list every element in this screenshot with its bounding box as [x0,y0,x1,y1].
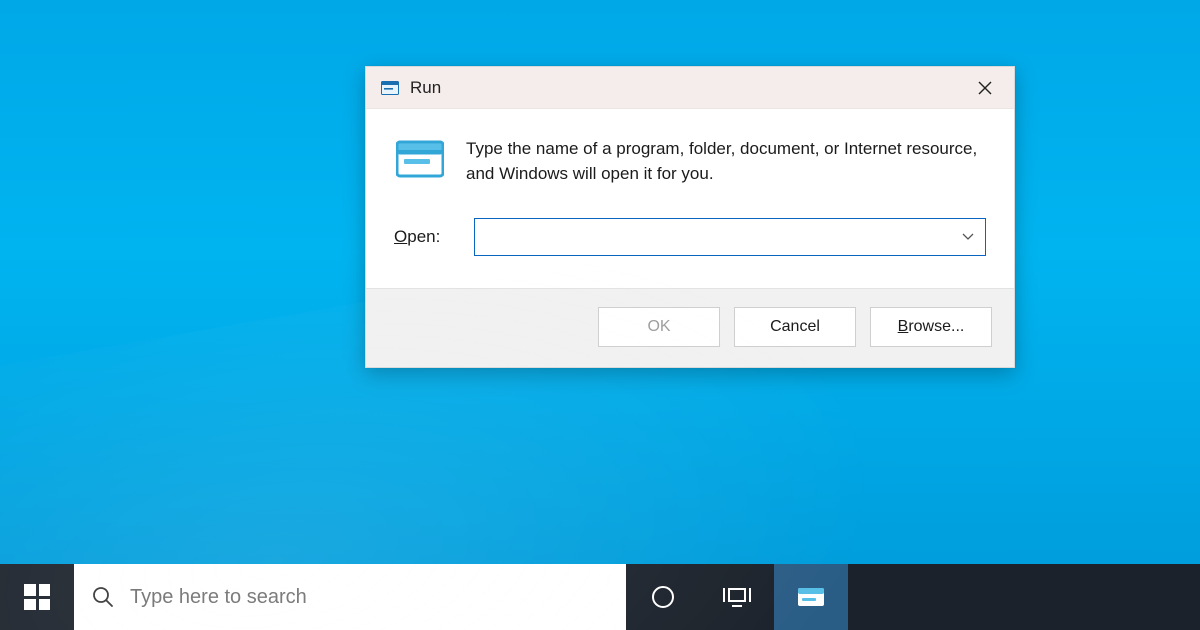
dialog-title: Run [410,78,441,98]
run-dialog: Run Type the name of [365,66,1015,368]
taskbar-search[interactable]: Type here to search [74,564,626,630]
cancel-button[interactable]: Cancel [734,307,856,347]
cortana-button[interactable] [626,564,700,630]
open-input[interactable] [475,219,951,255]
task-view-button[interactable] [700,564,774,630]
open-combobox[interactable] [474,218,986,256]
open-label: Open: [394,227,452,247]
taskbar-app-run[interactable] [774,564,848,630]
search-placeholder: Type here to search [130,586,307,609]
ok-button[interactable]: OK [598,307,720,347]
run-title-icon [380,78,400,98]
dialog-body: Type the name of a program, folder, docu… [366,109,1014,288]
close-button[interactable] [960,67,1010,109]
titlebar[interactable]: Run [366,67,1014,109]
dialog-description: Type the name of a program, folder, docu… [466,135,986,186]
browse-button[interactable]: Browse... [870,307,992,347]
desktop-wallpaper: Run Type the name of [0,0,1200,630]
run-app-icon [394,135,446,183]
dialog-footer: OK Cancel Browse... [366,288,1014,367]
start-button[interactable] [0,564,74,630]
search-icon [92,586,114,608]
chevron-down-icon[interactable] [951,219,985,255]
windows-logo-icon [24,584,50,610]
taskbar: Type here to search [0,564,1200,630]
